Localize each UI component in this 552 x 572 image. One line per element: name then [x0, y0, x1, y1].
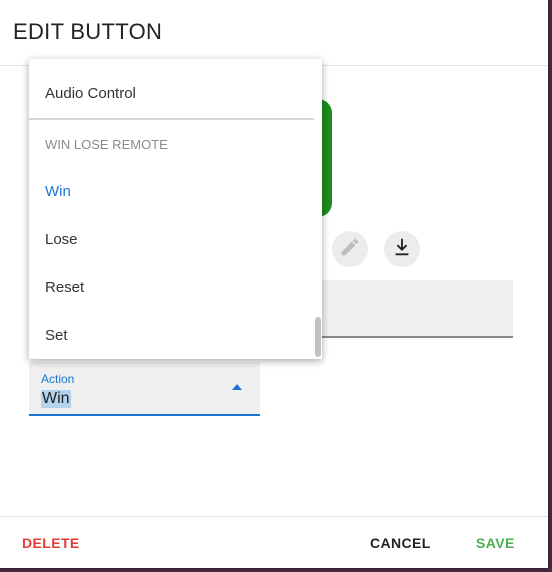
- menu-item-win[interactable]: Win: [45, 183, 71, 200]
- download-icon-button[interactable]: [384, 231, 420, 267]
- caret-up-icon[interactable]: [232, 384, 242, 390]
- cancel-button[interactable]: CANCEL: [370, 535, 431, 551]
- menu-group-header: WIN LOSE REMOTE: [45, 137, 168, 152]
- menu-divider: [29, 118, 314, 120]
- menu-item-reset[interactable]: Reset: [45, 279, 84, 296]
- delete-button[interactable]: DELETE: [22, 535, 80, 551]
- menu-item-lose[interactable]: Lose: [45, 231, 78, 248]
- divider: [0, 516, 548, 517]
- edit-button-dialog: EDIT BUTTON Action Win DELETE CANCEL SAV…: [0, 0, 548, 568]
- save-button[interactable]: SAVE: [476, 535, 515, 551]
- action-select[interactable]: Action Win: [29, 362, 260, 416]
- pencil-icon: [339, 236, 361, 263]
- menu-item-set[interactable]: Set: [45, 327, 68, 344]
- edit-icon-button[interactable]: [332, 231, 368, 267]
- action-value: Win: [41, 390, 71, 408]
- menu-item-audio-control[interactable]: Audio Control: [45, 85, 136, 102]
- dialog-title: EDIT BUTTON: [13, 19, 163, 44]
- scrollbar[interactable]: [315, 317, 321, 357]
- text-field[interactable]: [322, 280, 513, 338]
- action-dropdown-menu: Audio Control WIN LOSE REMOTE Win Lose R…: [29, 59, 322, 359]
- download-icon: [391, 236, 413, 263]
- action-label: Action: [41, 372, 75, 386]
